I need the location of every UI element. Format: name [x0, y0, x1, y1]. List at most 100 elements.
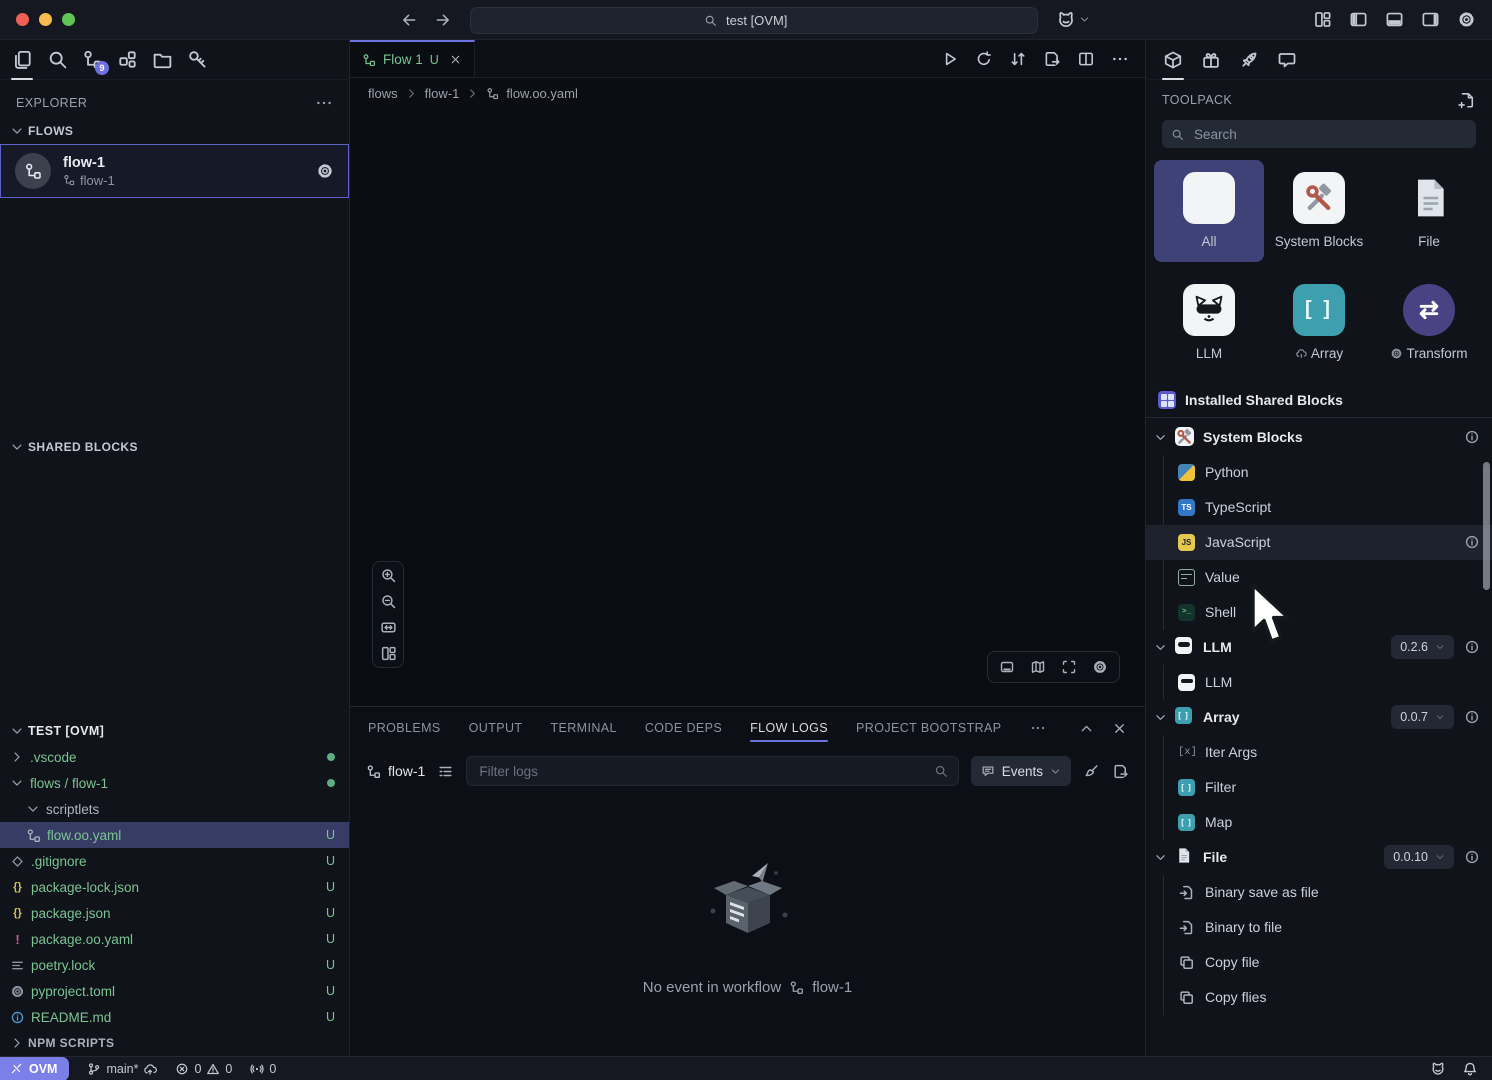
version-dropdown[interactable]: 0.0.10 [1384, 845, 1454, 869]
file-tree-item[interactable]: flow.oo.yamlU [0, 822, 349, 848]
panel-tab-code-deps[interactable]: CODE DEPS [645, 707, 722, 749]
chat-tab-button[interactable] [1274, 47, 1300, 73]
block-item-copy-file[interactable]: Copy file [1146, 945, 1492, 980]
block-item-shell[interactable]: >_Shell [1146, 595, 1492, 630]
file-tree-item[interactable]: scriptlets [0, 796, 349, 822]
window-search-bar[interactable] [470, 7, 1038, 34]
file-tree-item[interactable]: pyproject.tomlU [0, 978, 349, 1004]
zoom-window-button[interactable] [62, 13, 75, 26]
version-dropdown[interactable]: 0.0.7 [1391, 705, 1454, 729]
info-icon[interactable] [1464, 534, 1480, 550]
editor-tab-flow-1[interactable]: Flow 1 U [350, 40, 475, 77]
block-item-javascript[interactable]: JSJavaScript [1146, 525, 1492, 560]
block-item-copy-flies[interactable]: Copy flies [1146, 980, 1492, 1015]
info-icon[interactable] [1464, 849, 1480, 865]
toolpack-category-file[interactable]: File [1374, 160, 1484, 262]
block-group-header[interactable]: LLM 0.2.6 [1146, 630, 1492, 665]
block-item-map[interactable]: [ ]Map [1146, 805, 1492, 840]
activity-keys-button[interactable] [184, 47, 210, 73]
block-item-filter[interactable]: [ ]Filter [1146, 770, 1492, 805]
split-editor-icon[interactable] [1077, 50, 1095, 68]
zoom-in-icon[interactable] [380, 567, 397, 584]
git-branch-status[interactable]: main* [87, 1062, 157, 1076]
panel-tab-problems[interactable]: PROBLEMS [368, 707, 441, 749]
log-view-mode-icon[interactable] [437, 763, 454, 780]
filter-logs-input[interactable] [477, 763, 925, 780]
npm-scripts-section-header[interactable]: NPM SCRIPTS [0, 1030, 349, 1056]
fullscreen-icon[interactable] [1061, 659, 1077, 675]
flow-canvas[interactable] [350, 108, 1145, 706]
export-logs-icon[interactable] [1112, 763, 1129, 780]
block-item-value[interactable]: Value [1146, 560, 1492, 595]
rerun-flow-icon[interactable] [975, 50, 993, 68]
breadcrumb-item[interactable]: flow-1 [425, 86, 460, 101]
activity-folder-button[interactable] [149, 47, 175, 73]
minimize-window-button[interactable] [39, 13, 52, 26]
fit-view-icon[interactable] [380, 619, 397, 636]
toggle-panel-icon[interactable] [999, 659, 1015, 675]
flow-list-item[interactable]: flow-1 flow-1 [0, 144, 349, 198]
panel-right-icon[interactable] [1421, 10, 1440, 29]
more-actions-icon[interactable] [1111, 50, 1129, 68]
new-file-icon[interactable] [1458, 91, 1476, 109]
flow-logs-flow-selector[interactable]: flow-1 [366, 763, 425, 779]
panel-tab-flow-logs[interactable]: FLOW LOGS [750, 707, 828, 749]
breadcrumb-item[interactable]: flow.oo.yaml [506, 86, 578, 101]
duplicate-file-icon[interactable] [1043, 50, 1061, 68]
file-tree-item[interactable]: {}package-lock.jsonU [0, 874, 349, 900]
more-actions-icon[interactable] [315, 94, 333, 112]
toolpack-category-array[interactable]: [ ]Array [1264, 272, 1374, 374]
block-group-header[interactable]: [ ] Array 0.0.7 [1146, 700, 1492, 735]
scrollbar-thumb[interactable] [1483, 462, 1490, 590]
activity-search-button[interactable] [44, 47, 70, 73]
compare-flow-icon[interactable] [1009, 50, 1027, 68]
file-tree-item[interactable]: poetry.lockU [0, 952, 349, 978]
assistant-menu[interactable] [1056, 10, 1090, 30]
toolpack-search-input[interactable] [1192, 126, 1467, 143]
clear-logs-icon[interactable] [1083, 763, 1100, 780]
ports-status[interactable]: 0 [250, 1062, 276, 1076]
auto-layout-icon[interactable] [380, 645, 397, 662]
file-tree-item[interactable]: !package.oo.yamlU [0, 926, 349, 952]
ovm-status-badge[interactable]: OVM [0, 1057, 69, 1080]
file-tree-item[interactable]: {}package.jsonU [0, 900, 349, 926]
flow-settings-gear-icon[interactable] [316, 162, 334, 180]
events-dropdown[interactable]: Events [971, 756, 1071, 786]
extensions-tab-button[interactable] [1198, 47, 1224, 73]
info-icon[interactable] [1464, 639, 1480, 655]
close-panel-icon[interactable] [1112, 721, 1127, 736]
block-item-iter-args[interactable]: [x]Iter Args [1146, 735, 1492, 770]
block-item-binary-to-file[interactable]: Binary to file [1146, 910, 1492, 945]
toolpack-category-all[interactable]: All [1154, 160, 1264, 262]
flows-section-header[interactable]: FLOWS [0, 118, 349, 144]
toolpack-category-system-blocks[interactable]: System Blocks [1264, 160, 1374, 262]
activity-blocks-button[interactable] [114, 47, 140, 73]
mascot-icon[interactable] [1430, 1061, 1446, 1077]
project-section-header[interactable]: TEST [OVM] [0, 718, 349, 744]
version-dropdown[interactable]: 0.2.6 [1391, 635, 1454, 659]
block-item-llm[interactable]: LLM [1146, 665, 1492, 700]
panel-bottom-icon[interactable] [1385, 10, 1404, 29]
problems-status[interactable]: 0 0 [175, 1062, 232, 1076]
activity-flows-button[interactable]: 9 [79, 47, 105, 73]
file-tree-item[interactable]: .gitignoreU [0, 848, 349, 874]
block-item-python[interactable]: Python [1146, 455, 1492, 490]
block-group-header[interactable]: File 0.0.10 [1146, 840, 1492, 875]
layout-grid-icon[interactable] [1313, 10, 1332, 29]
info-icon[interactable] [1464, 429, 1480, 445]
forward-icon[interactable] [434, 11, 452, 29]
zoom-out-icon[interactable] [380, 593, 397, 610]
toolpack-category-transform[interactable]: Transform [1374, 272, 1484, 374]
close-tab-icon[interactable] [449, 53, 462, 66]
close-window-button[interactable] [16, 13, 29, 26]
toolpack-category-llm[interactable]: LLM [1154, 272, 1264, 374]
minimap-icon[interactable] [1030, 659, 1046, 675]
panel-left-icon[interactable] [1349, 10, 1368, 29]
window-search-input[interactable] [724, 12, 804, 29]
more-tabs-icon[interactable] [1030, 720, 1046, 736]
block-item-binary-save-as-file[interactable]: Binary save as file [1146, 875, 1492, 910]
maximize-panel-icon[interactable] [1079, 721, 1094, 736]
panel-tab-project-bootstrap[interactable]: PROJECT BOOTSTRAP [856, 707, 1001, 749]
breadcrumb-item[interactable]: flows [368, 86, 398, 101]
block-item-typescript[interactable]: TSTypeScript [1146, 490, 1492, 525]
